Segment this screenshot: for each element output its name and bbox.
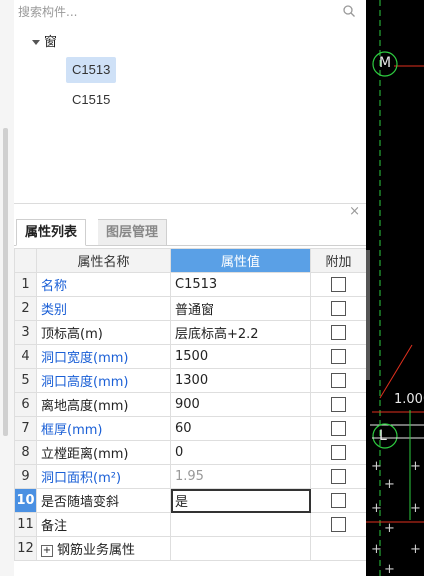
property-name: 钢筋业务属性 [57,543,136,558]
table-row[interactable]: 4 洞口宽度(mm) 1500 [14,344,367,369]
row-number: 6 [14,392,37,417]
extra-checkbox[interactable] [331,325,346,340]
extra-checkbox[interactable] [331,277,346,292]
search-box[interactable]: 搜索构件... [14,0,366,23]
row-number: 12 [14,536,37,561]
property-name: 是否随墙变斜 [36,488,171,513]
property-name: 离地高度(mm) [36,392,171,417]
left-strip [0,0,14,576]
property-name: 洞口面积(m²) [36,464,171,489]
panel-tabs: 属性列表 图层管理 [14,219,366,246]
row-number: 3 [14,320,37,345]
property-value[interactable] [170,512,311,537]
row-number: 9 [14,464,37,489]
table-row[interactable]: 5 洞口高度(mm) 1300 [14,368,367,393]
svg-text:+: + [410,459,421,474]
svg-text:+: + [371,459,382,474]
chevron-down-icon[interactable] [32,40,40,45]
property-name: 立樘距离(mm) [36,440,171,465]
svg-text:+: + [384,477,395,492]
property-value[interactable]: 普通窗 [170,296,311,321]
extra-checkbox[interactable] [331,445,346,460]
extra-checkbox[interactable] [331,349,346,364]
row-number: 2 [14,296,37,321]
extra-checkbox[interactable] [331,493,346,508]
tree-item-c1515[interactable]: C1515 [66,87,116,113]
header-extra[interactable]: 附加 [310,248,367,273]
property-table: 属性名称 属性值 附加 1 名称 C1513 2 类别 普通窗 3 顶标高(m)… [14,248,367,561]
property-value[interactable]: 是 [170,488,311,513]
table-row[interactable]: 3 顶标高(m) 层底标高+2.2 [14,320,367,345]
expand-icon[interactable]: + [41,544,53,557]
row-number: 8 [14,440,37,465]
left-scrollbar[interactable] [3,128,8,436]
table-row[interactable]: 11 备注 [14,512,367,537]
table-row[interactable]: 8 立樘距离(mm) 0 [14,440,367,465]
row-number: 5 [14,368,37,393]
property-value [170,536,311,561]
property-name: 顶标高(m) [36,320,171,345]
svg-text:+: + [410,501,421,516]
extra-checkbox[interactable] [331,301,346,316]
property-value[interactable]: 900 [170,392,311,417]
extra-checkbox[interactable] [331,517,346,532]
axis-label-m: M [379,55,392,71]
panel-splitter[interactable] [366,250,370,380]
table-row[interactable]: 12 + 钢筋业务属性 [14,536,367,561]
svg-text:+: + [371,542,382,557]
tree-group-label: 窗 [44,35,58,50]
header-value[interactable]: 属性值 [170,248,311,273]
property-value[interactable]: 1500 [170,344,311,369]
table-row[interactable]: 2 类别 普通窗 [14,296,367,321]
svg-text:+: + [384,521,395,536]
property-value[interactable]: C1513 [170,272,311,297]
dimension-text: 1.000 [394,392,424,407]
tab-properties[interactable]: 属性列表 [16,219,87,246]
table-row[interactable]: 10 是否随墙变斜 是 [14,488,367,513]
table-row[interactable]: 7 框厚(mm) 60 [14,416,367,441]
table-row[interactable]: 1 名称 C1513 [14,272,367,297]
extra-checkbox[interactable] [331,397,346,412]
property-name: 类别 [36,296,171,321]
property-value: 1.95 [170,464,311,489]
property-name: 洞口宽度(mm) [36,344,171,369]
header-num [14,248,37,273]
row-number: 7 [14,416,37,441]
property-name: 备注 [36,512,171,537]
property-name: 洞口高度(mm) [36,368,171,393]
tree-item-c1513[interactable]: C1513 [66,57,117,83]
cad-drawing: + + ++ ++ + + + [366,0,424,576]
extra-checkbox[interactable] [331,421,346,436]
row-number: 4 [14,344,37,369]
property-name: 框厚(mm) [36,416,171,441]
component-tree: 窗 C1513 C1515 [14,22,366,205]
cad-canvas[interactable]: ++ ++ ++ ++ + M L 1.000 [366,0,424,576]
property-value[interactable]: 60 [170,416,311,441]
property-value[interactable]: 0 [170,440,311,465]
row-number: 11 [14,512,37,537]
svg-text:+: + [371,501,382,516]
axis-label-l: L [379,428,387,444]
extra-checkbox[interactable] [331,373,346,388]
property-value[interactable]: 1300 [170,368,311,393]
property-name: 名称 [36,272,171,297]
property-value[interactable]: 层底标高+2.2 [170,320,311,345]
extra-checkbox[interactable] [331,469,346,484]
search-input[interactable]: 搜索构件... [18,3,77,20]
row-number: 1 [14,272,37,297]
svg-text:+: + [410,542,421,557]
table-row[interactable]: 9 洞口面积(m²) 1.95 [14,464,367,489]
close-icon[interactable]: × [349,204,360,219]
svg-text:+: + [384,562,395,576]
row-number: 10 [14,488,37,513]
table-row[interactable]: 6 离地高度(mm) 900 [14,392,367,417]
tab-layers[interactable]: 图层管理 [98,219,168,246]
property-panel: × 属性列表 图层管理 属性名称 属性值 附加 1 名称 C1513 2 类别 … [14,203,367,577]
table-header: 属性名称 属性值 附加 [14,248,367,273]
header-name[interactable]: 属性名称 [36,248,171,273]
search-icon[interactable] [342,4,356,18]
tree-group-window[interactable]: 窗 [32,31,58,50]
